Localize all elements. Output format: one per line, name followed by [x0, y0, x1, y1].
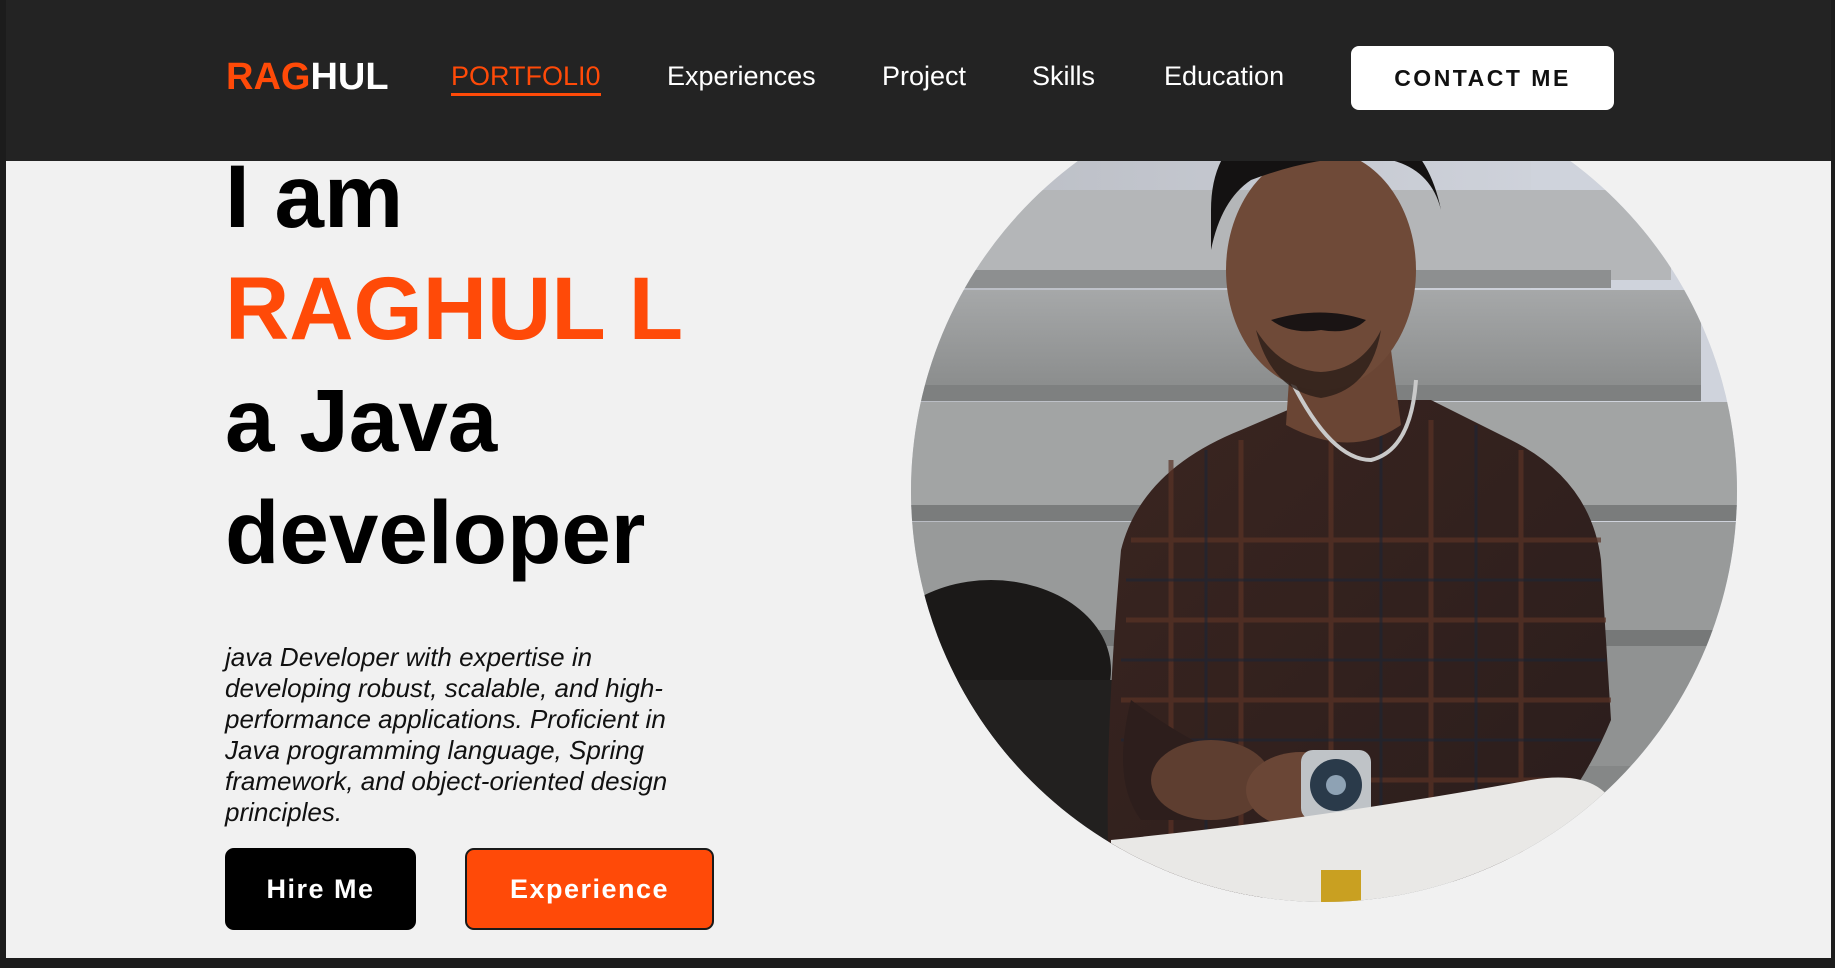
browser-viewport: RAGHUL PORTFOLI0 Experiences Project Ski… [6, 0, 1831, 958]
hero-line-developer: developer [225, 482, 646, 582]
navbar: RAGHUL PORTFOLI0 Experiences Project Ski… [6, 0, 1831, 161]
hero-line-role: a Java [225, 370, 498, 470]
nav-link-education[interactable]: Education [1164, 59, 1284, 93]
nav-link-portfolio[interactable]: PORTFOLI0 [451, 59, 601, 96]
hire-me-button[interactable]: Hire Me [225, 848, 416, 930]
site-logo[interactable]: RAGHUL [226, 54, 389, 100]
nav-link-project[interactable]: Project [882, 59, 966, 93]
contact-me-button[interactable]: CONTACT ME [1351, 46, 1614, 110]
experience-button[interactable]: Experience [465, 848, 714, 930]
hero-name: RAGHUL L [225, 258, 684, 358]
logo-rest-text: HUL [310, 56, 389, 98]
hero-description: java Developer with expertise in develop… [225, 642, 668, 827]
nav-link-skills[interactable]: Skills [1032, 59, 1095, 93]
nav-link-experiences[interactable]: Experiences [667, 59, 816, 93]
profile-photo [911, 80, 1737, 902]
hero-heading: I am RAGHUL L a Java developer [225, 140, 683, 588]
logo-accent-text: RAG [226, 56, 311, 98]
